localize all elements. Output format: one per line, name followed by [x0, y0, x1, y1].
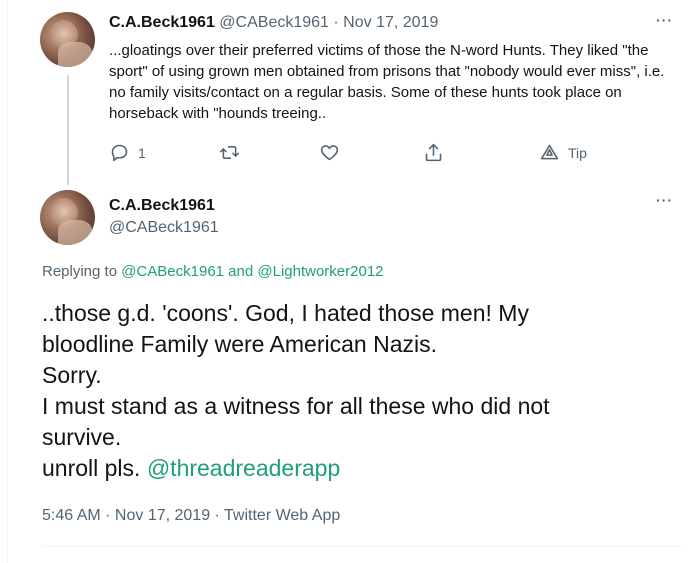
tweet1-avatar[interactable]	[40, 12, 95, 67]
thread-connector-line	[67, 75, 69, 185]
replying-prefix: Replying to	[42, 263, 118, 280]
reply-icon	[111, 144, 128, 162]
like-button[interactable]	[319, 142, 340, 163]
replying-user1-link[interactable]: @CABeck1961	[121, 263, 224, 280]
tweet2-timestamp[interactable]: 5:46 AM · Nov 17, 2019 · Twitter Web App	[42, 507, 340, 525]
threadreader-mention-link[interactable]: @threadreaderapp	[147, 455, 340, 481]
reply-button[interactable]: 1	[109, 142, 146, 163]
replying-and: and	[228, 263, 254, 280]
tweet2-text-line: ..those g.d. 'coons'. God, I hated those…	[42, 300, 529, 326]
retweet-icon	[219, 146, 240, 159]
tweet1-header: C.A.Beck1961 @CABeck1961 · Nov 17, 2019	[109, 14, 438, 32]
tweet2-text-line: bloodline Family were American Nazis.	[42, 331, 437, 357]
share-button[interactable]	[423, 142, 444, 163]
tweet1-text: ...gloatings over their preferred victim…	[109, 42, 665, 122]
tweet2-last-line-text: unroll pls.	[42, 455, 141, 481]
share-icon	[425, 143, 442, 162]
tweet2-text-line: survive.	[42, 424, 122, 450]
tweet1-separator: ·	[333, 14, 339, 31]
tweet2-more-options-icon[interactable]: ···	[656, 192, 673, 208]
tweet2-display-name[interactable]: C.A.Beck1961	[109, 197, 215, 215]
tip-button[interactable]: Tip	[539, 142, 587, 163]
tweet-divider	[42, 546, 682, 547]
tweet2-text-line: I must stand as a witness for all these …	[42, 393, 550, 419]
tweet2-text-line: Sorry.	[42, 362, 102, 388]
tweet2-last-line: unroll pls. @threadreaderapp	[42, 453, 672, 484]
tweet1-date[interactable]: Nov 17, 2019	[343, 14, 438, 31]
page-left-edge	[0, 0, 8, 563]
reply-count: 1	[138, 144, 146, 161]
tweet1-more-options-icon[interactable]: ···	[656, 12, 673, 28]
tip-label: Tip	[568, 144, 587, 161]
retweet-button[interactable]	[219, 142, 240, 163]
tweet1-display-name[interactable]: C.A.Beck1961	[109, 14, 215, 31]
tweet2-avatar[interactable]	[40, 190, 95, 245]
tweet2-handle[interactable]: @CABeck1961	[109, 219, 219, 237]
replying-to-line: Replying to @CABeck1961 and @Lightworker…	[42, 263, 384, 280]
replying-user2-link[interactable]: @Lightworker2012	[257, 263, 383, 280]
heart-icon	[320, 145, 339, 161]
tweet2-text: ..those g.d. 'coons'. God, I hated those…	[42, 298, 672, 484]
tweet1-handle[interactable]: @CABeck1961	[219, 14, 329, 31]
tip-icon	[540, 144, 559, 160]
